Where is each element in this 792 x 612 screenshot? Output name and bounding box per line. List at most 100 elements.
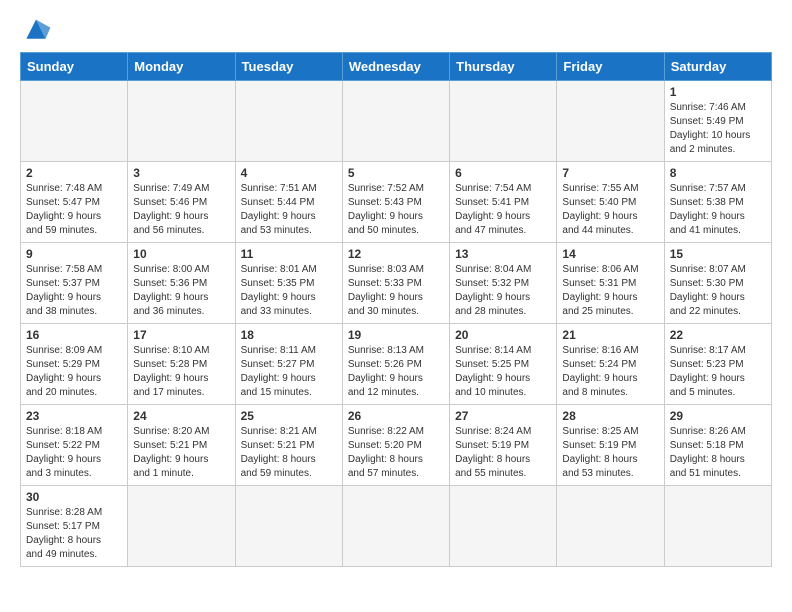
- page: SundayMondayTuesdayWednesdayThursdayFrid…: [0, 0, 792, 583]
- day-number: 19: [348, 328, 444, 342]
- day-number: 16: [26, 328, 122, 342]
- day-info: Sunrise: 8:14 AM Sunset: 5:25 PM Dayligh…: [455, 344, 551, 400]
- day-info: Sunrise: 8:06 AM Sunset: 5:31 PM Dayligh…: [562, 263, 658, 319]
- day-info: Sunrise: 8:18 AM Sunset: 5:22 PM Dayligh…: [26, 425, 122, 481]
- calendar-cell: [557, 81, 664, 162]
- calendar-cell: 7 Sunrise: 7:55 AM Sunset: 5:40 PM Daylig…: [557, 162, 664, 243]
- day-info: Sunrise: 7:48 AM Sunset: 5:47 PM Dayligh…: [26, 182, 122, 238]
- calendar-cell: 1 Sunrise: 7:46 AM Sunset: 5:49 PM Daylig…: [664, 81, 771, 162]
- calendar-cell: 10 Sunrise: 8:00 AM Sunset: 5:36 PM Dayli…: [128, 243, 235, 324]
- calendar-cell: [128, 81, 235, 162]
- weekday-header-row: SundayMondayTuesdayWednesdayThursdayFrid…: [21, 53, 772, 81]
- calendar-cell: 5Sunrise: 7:52 AM Sunset: 5:43 PM Daylig…: [342, 162, 449, 243]
- calendar-cell: 18Sunrise: 8:11 AM Sunset: 5:27 PM Dayli…: [235, 324, 342, 405]
- day-number: 28: [562, 409, 658, 423]
- day-number: 23: [26, 409, 122, 423]
- calendar-cell: [450, 81, 557, 162]
- day-number: 5: [348, 166, 444, 180]
- day-info: Sunrise: 7:46 AM Sunset: 5:49 PM Dayligh…: [670, 101, 766, 157]
- day-number: 9: [26, 247, 122, 261]
- day-number: 26: [348, 409, 444, 423]
- calendar-cell: [664, 486, 771, 567]
- day-info: Sunrise: 8:01 AM Sunset: 5:35 PM Dayligh…: [241, 263, 337, 319]
- calendar-cell: 14 Sunrise: 8:06 AM Sunset: 5:31 PM Dayli…: [557, 243, 664, 324]
- day-number: 12: [348, 247, 444, 261]
- day-number: 17: [133, 328, 229, 342]
- calendar-cell: 25Sunrise: 8:21 AM Sunset: 5:21 PM Dayli…: [235, 405, 342, 486]
- day-info: Sunrise: 8:24 AM Sunset: 5:19 PM Dayligh…: [455, 425, 551, 481]
- day-info: Sunrise: 8:16 AM Sunset: 5:24 PM Dayligh…: [562, 344, 658, 400]
- day-number: 14: [562, 247, 658, 261]
- day-info: Sunrise: 7:57 AM Sunset: 5:38 PM Dayligh…: [670, 182, 766, 238]
- weekday-header-saturday: Saturday: [664, 53, 771, 81]
- logo: [20, 16, 56, 44]
- day-info: Sunrise: 8:09 AM Sunset: 5:29 PM Dayligh…: [26, 344, 122, 400]
- day-number: 21: [562, 328, 658, 342]
- day-info: Sunrise: 8:07 AM Sunset: 5:30 PM Dayligh…: [670, 263, 766, 319]
- day-number: 22: [670, 328, 766, 342]
- day-info: Sunrise: 7:54 AM Sunset: 5:41 PM Dayligh…: [455, 182, 551, 238]
- day-info: Sunrise: 8:20 AM Sunset: 5:21 PM Dayligh…: [133, 425, 229, 481]
- day-number: 7: [562, 166, 658, 180]
- calendar-cell: 20Sunrise: 8:14 AM Sunset: 5:25 PM Dayli…: [450, 324, 557, 405]
- calendar-cell: 12 Sunrise: 8:03 AM Sunset: 5:33 PM Dayli…: [342, 243, 449, 324]
- calendar-week-1: 2Sunrise: 7:48 AM Sunset: 5:47 PM Daylig…: [21, 162, 772, 243]
- calendar-week-4: 23 Sunrise: 8:18 AM Sunset: 5:22 PM Dayli…: [21, 405, 772, 486]
- day-info: Sunrise: 7:49 AM Sunset: 5:46 PM Dayligh…: [133, 182, 229, 238]
- calendar-week-3: 16 Sunrise: 8:09 AM Sunset: 5:29 PM Dayli…: [21, 324, 772, 405]
- calendar-cell: 4 Sunrise: 7:51 AM Sunset: 5:44 PM Daylig…: [235, 162, 342, 243]
- day-info: Sunrise: 8:25 AM Sunset: 5:19 PM Dayligh…: [562, 425, 658, 481]
- day-number: 6: [455, 166, 551, 180]
- calendar-cell: [128, 486, 235, 567]
- day-info: Sunrise: 8:03 AM Sunset: 5:33 PM Dayligh…: [348, 263, 444, 319]
- day-number: 18: [241, 328, 337, 342]
- weekday-header-monday: Monday: [128, 53, 235, 81]
- day-info: Sunrise: 8:26 AM Sunset: 5:18 PM Dayligh…: [670, 425, 766, 481]
- calendar-cell: 28 Sunrise: 8:25 AM Sunset: 5:19 PM Dayli…: [557, 405, 664, 486]
- day-number: 4: [241, 166, 337, 180]
- day-number: 1: [670, 85, 766, 99]
- day-info: Sunrise: 8:28 AM Sunset: 5:17 PM Dayligh…: [26, 506, 122, 562]
- day-number: 15: [670, 247, 766, 261]
- day-info: Sunrise: 8:04 AM Sunset: 5:32 PM Dayligh…: [455, 263, 551, 319]
- calendar-cell: 19 Sunrise: 8:13 AM Sunset: 5:26 PM Dayli…: [342, 324, 449, 405]
- calendar-cell: 2Sunrise: 7:48 AM Sunset: 5:47 PM Daylig…: [21, 162, 128, 243]
- day-number: 24: [133, 409, 229, 423]
- day-info: Sunrise: 7:55 AM Sunset: 5:40 PM Dayligh…: [562, 182, 658, 238]
- day-number: 10: [133, 247, 229, 261]
- calendar-cell: 27 Sunrise: 8:24 AM Sunset: 5:19 PM Dayli…: [450, 405, 557, 486]
- calendar-cell: 26 Sunrise: 8:22 AM Sunset: 5:20 PM Dayli…: [342, 405, 449, 486]
- day-number: 25: [241, 409, 337, 423]
- calendar-cell: 9 Sunrise: 7:58 AM Sunset: 5:37 PM Daylig…: [21, 243, 128, 324]
- day-number: 8: [670, 166, 766, 180]
- calendar-cell: 29 Sunrise: 8:26 AM Sunset: 5:18 PM Dayli…: [664, 405, 771, 486]
- calendar-cell: 24 Sunrise: 8:20 AM Sunset: 5:21 PM Dayli…: [128, 405, 235, 486]
- calendar-cell: 3Sunrise: 7:49 AM Sunset: 5:46 PM Daylig…: [128, 162, 235, 243]
- day-info: Sunrise: 8:10 AM Sunset: 5:28 PM Dayligh…: [133, 344, 229, 400]
- calendar-cell: 30 Sunrise: 8:28 AM Sunset: 5:17 PM Dayli…: [21, 486, 128, 567]
- calendar-week-0: 1 Sunrise: 7:46 AM Sunset: 5:49 PM Daylig…: [21, 81, 772, 162]
- day-info: Sunrise: 8:22 AM Sunset: 5:20 PM Dayligh…: [348, 425, 444, 481]
- calendar-cell: [557, 486, 664, 567]
- weekday-header-thursday: Thursday: [450, 53, 557, 81]
- day-number: 30: [26, 490, 122, 504]
- calendar-cell: 8 Sunrise: 7:57 AM Sunset: 5:38 PM Daylig…: [664, 162, 771, 243]
- day-info: Sunrise: 8:00 AM Sunset: 5:36 PM Dayligh…: [133, 263, 229, 319]
- calendar-cell: 21 Sunrise: 8:16 AM Sunset: 5:24 PM Dayli…: [557, 324, 664, 405]
- day-number: 27: [455, 409, 551, 423]
- calendar-cell: [21, 81, 128, 162]
- calendar-cell: 16 Sunrise: 8:09 AM Sunset: 5:29 PM Dayli…: [21, 324, 128, 405]
- logo-icon: [20, 16, 52, 44]
- day-number: 29: [670, 409, 766, 423]
- weekday-header-sunday: Sunday: [21, 53, 128, 81]
- calendar-week-5: 30 Sunrise: 8:28 AM Sunset: 5:17 PM Dayli…: [21, 486, 772, 567]
- day-info: Sunrise: 8:13 AM Sunset: 5:26 PM Dayligh…: [348, 344, 444, 400]
- day-info: Sunrise: 7:51 AM Sunset: 5:44 PM Dayligh…: [241, 182, 337, 238]
- calendar-cell: 15 Sunrise: 8:07 AM Sunset: 5:30 PM Dayli…: [664, 243, 771, 324]
- calendar-cell: [235, 486, 342, 567]
- weekday-header-friday: Friday: [557, 53, 664, 81]
- calendar-cell: 13 Sunrise: 8:04 AM Sunset: 5:32 PM Dayli…: [450, 243, 557, 324]
- day-info: Sunrise: 7:58 AM Sunset: 5:37 PM Dayligh…: [26, 263, 122, 319]
- calendar-cell: [235, 81, 342, 162]
- day-number: 13: [455, 247, 551, 261]
